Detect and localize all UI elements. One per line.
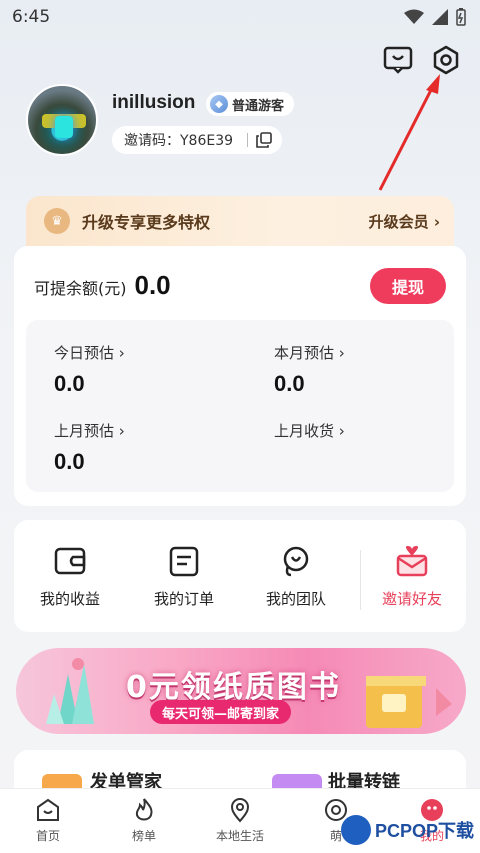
tab-home[interactable]: 首页 — [8, 797, 88, 844]
invite-code-text: 邀请码：Y86E39 — [124, 133, 234, 149]
signal-icon — [432, 9, 448, 25]
balance-label: 可提余额(元) — [34, 279, 127, 298]
status-bar: 6:45 — [0, 0, 480, 34]
tab-ranking[interactable]: 榜单 — [104, 797, 184, 844]
stat-this-month[interactable]: 本月预估 › 0.0 — [274, 342, 345, 397]
stat-last-month-received[interactable]: 上月收货 › — [274, 420, 345, 449]
status-time: 6:45 — [12, 7, 51, 27]
status-icons — [404, 8, 466, 26]
level-badge[interactable]: ◆ 普通游客 — [206, 92, 295, 116]
vip-title: 升级专享更多特权 — [82, 213, 211, 232]
avatar[interactable] — [26, 84, 98, 156]
crown-icon: ♛ — [44, 208, 70, 234]
level-label: 普通游客 — [232, 98, 285, 114]
order-icon — [169, 546, 199, 577]
quick-menu: 我的收益 我的订单 我的团队 邀请好友 — [14, 520, 466, 632]
menu-my-team[interactable]: 我的团队 — [246, 544, 346, 609]
profile-header: inillusion ◆ 普通游客 邀请码：Y86E39 — [26, 84, 456, 164]
menu-divider — [360, 550, 361, 610]
flame-icon — [135, 798, 153, 821]
vip-upgrade-banner[interactable]: ♛ 升级专享更多特权 升级会员 › — [26, 196, 454, 246]
balance-card: 可提余额(元) 0.0 提现 今日预估 › 0.0 本月预估 › 0.0 上月预… — [14, 246, 466, 506]
team-icon — [283, 546, 309, 577]
upgrade-vip-link[interactable]: 升级会员 › — [369, 211, 440, 232]
watermark: PCPOP下载 — [340, 815, 474, 845]
gift-box-decoration — [366, 676, 452, 728]
menu-my-orders[interactable]: 我的订单 — [134, 544, 234, 609]
earnings-stats: 今日预估 › 0.0 本月预估 › 0.0 上月预估 › 0.0 上月收货 › — [26, 320, 454, 492]
withdraw-button[interactable]: 提现 — [370, 268, 446, 304]
promo-banner[interactable]: 0元领纸质图书 每天可领—邮寄到家 — [16, 648, 466, 734]
tool-cards: 发单管家 批量转链 — [14, 750, 466, 793]
watermark-logo-icon — [340, 815, 371, 845]
watermark-text: PCPOP下载 — [374, 821, 474, 841]
tab-local-life[interactable]: 本地生活 — [200, 797, 280, 844]
menu-invite-friends[interactable]: 邀请好友 — [362, 544, 462, 609]
diamond-icon: ◆ — [210, 95, 228, 113]
wifi-icon — [404, 9, 424, 24]
crystal-decoration — [46, 658, 94, 724]
balance-value: 0.0 — [134, 270, 171, 300]
stat-last-month[interactable]: 上月预估 › 0.0 — [54, 420, 125, 475]
wallet-icon — [54, 547, 86, 575]
home-icon — [37, 798, 59, 821]
battery-icon — [456, 8, 466, 26]
location-icon — [230, 798, 250, 823]
promo-subtitle: 每天可领—邮寄到家 — [150, 700, 292, 724]
copy-icon[interactable] — [256, 132, 272, 148]
invite-code: 邀请码：Y86E39 — [112, 126, 283, 154]
username: inillusion — [112, 92, 196, 113]
menu-my-earnings[interactable]: 我的收益 — [20, 544, 120, 609]
invite-icon — [396, 546, 428, 577]
stat-today[interactable]: 今日预估 › 0.0 — [54, 342, 125, 397]
